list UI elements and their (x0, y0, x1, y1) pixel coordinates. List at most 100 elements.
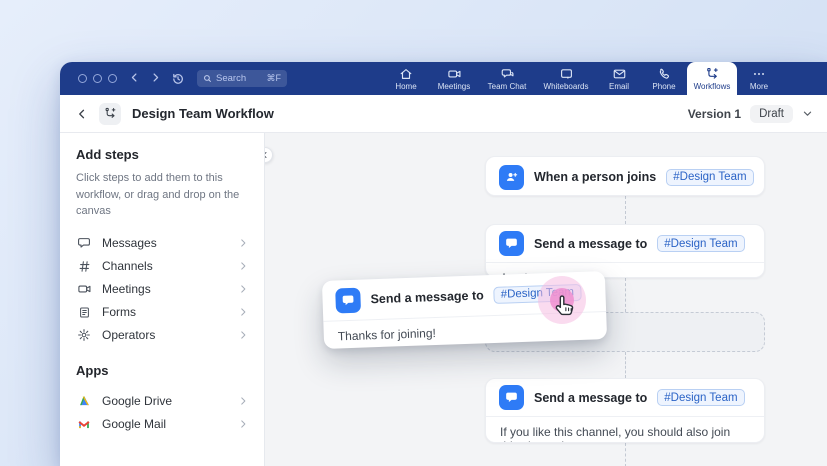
version-label: Version 1 (688, 107, 741, 121)
sidebar-item-meetings[interactable]: Meetings (76, 278, 248, 301)
close-window-button[interactable] (78, 74, 87, 83)
chevron-down-icon[interactable] (802, 108, 813, 119)
sidebar-item-google-drive[interactable]: Google Drive (76, 390, 248, 413)
message-bubble-icon (499, 231, 524, 256)
tab-more[interactable]: More (737, 62, 781, 95)
main-nav-tabs: Home Meetings Team Chat Whiteboards Emai… (383, 62, 781, 95)
hash-icon (76, 260, 92, 273)
workflow-step-message-card[interactable]: Send a message to #Design Team Another m… (485, 224, 765, 278)
sidebar-item-google-mail[interactable]: Google Mail (76, 413, 248, 436)
search-icon (203, 74, 212, 83)
tab-label: Team Chat (488, 83, 527, 91)
workflow-connector (625, 278, 626, 312)
sidebar-item-label: Operators (102, 328, 155, 342)
tab-email[interactable]: Email (597, 62, 641, 95)
workflow-connector (625, 443, 626, 466)
chat-bubbles-icon (500, 67, 515, 81)
step-title: Send a message to (370, 288, 484, 306)
search-input[interactable]: ⌘F (197, 70, 287, 87)
minimize-window-button[interactable] (93, 74, 102, 83)
tab-phone[interactable]: Phone (641, 62, 687, 95)
person-add-icon (499, 165, 524, 190)
chevron-right-icon (238, 238, 248, 248)
search-field[interactable] (216, 73, 263, 84)
sidebar-item-channels[interactable]: Channels (76, 255, 248, 278)
video-camera-icon (447, 67, 462, 81)
workflow-icon (99, 103, 121, 125)
gear-icon (76, 328, 92, 342)
forward-nav-icon[interactable] (150, 72, 161, 85)
sidebar-collapse-button[interactable] (265, 147, 273, 163)
tab-label: Phone (652, 83, 675, 91)
workflow-toolbar: Design Team Workflow Version 1 Draft (60, 95, 827, 133)
hand-cursor-icon (552, 293, 578, 324)
message-bubble-icon (76, 236, 92, 250)
add-steps-sidebar: Add steps Click steps to add them to thi… (60, 133, 265, 466)
sidebar-description: Click steps to add them to this workflow… (76, 170, 248, 220)
apps-list: Google Drive Google Mail (76, 390, 248, 436)
tab-label: Meetings (438, 83, 470, 91)
workflow-icon (705, 67, 720, 81)
history-icon[interactable] (171, 72, 185, 86)
step-body-text: If you like this channel, you should als… (486, 417, 764, 443)
ellipsis-icon (752, 67, 766, 81)
tab-label: More (750, 83, 768, 91)
tab-meetings[interactable]: Meetings (429, 62, 479, 95)
phone-icon (657, 67, 671, 81)
sidebar-item-label: Forms (102, 305, 136, 319)
chevron-right-icon (238, 284, 248, 294)
chevron-right-icon (238, 419, 248, 429)
sidebar-item-label: Google Mail (102, 417, 166, 431)
step-title: Send a message to (534, 391, 647, 405)
steps-list: Messages Channels Meetings Forms (76, 232, 248, 347)
gmail-icon (76, 418, 92, 431)
back-button[interactable] (76, 108, 88, 120)
envelope-icon (612, 67, 627, 81)
status-badge[interactable]: Draft (750, 105, 793, 123)
maximize-window-button[interactable] (108, 74, 117, 83)
workflow-connector (625, 196, 626, 224)
sidebar-item-label: Google Drive (102, 394, 172, 408)
whiteboard-icon (559, 67, 574, 81)
tab-whiteboards[interactable]: Whiteboards (535, 62, 597, 95)
search-shortcut: ⌘F (267, 73, 282, 84)
tab-home[interactable]: Home (383, 62, 429, 95)
sidebar-heading: Add steps (76, 147, 248, 162)
app-window: ⌘F Home Meetings Team Chat Whiteboards E… (60, 62, 827, 466)
message-bubble-icon (335, 287, 361, 313)
workflow-step-trigger-card[interactable]: When a person joins #Design Team (485, 156, 765, 196)
workflow-connector (625, 352, 626, 378)
window-controls (78, 74, 117, 83)
home-icon (399, 67, 413, 81)
chevron-right-icon (238, 396, 248, 406)
form-icon (76, 306, 92, 319)
sidebar-item-label: Messages (102, 236, 157, 250)
tab-label: Workflows (694, 83, 731, 91)
channel-token[interactable]: #Design Team (666, 169, 753, 186)
sidebar-item-label: Channels (102, 259, 153, 273)
step-title: When a person joins (534, 170, 656, 184)
sidebar-item-operators[interactable]: Operators (76, 324, 248, 347)
workflow-step-message-card[interactable]: Send a message to #Design Team If you li… (485, 378, 765, 443)
channel-token[interactable]: #Design Team (657, 235, 744, 252)
channel-token[interactable]: #Design Team (657, 389, 744, 406)
sidebar-item-messages[interactable]: Messages (76, 232, 248, 255)
tab-label: Email (609, 83, 629, 91)
workflow-canvas: When a person joins #Design Team Send a … (265, 133, 827, 466)
chevron-right-icon (238, 261, 248, 271)
tab-team-chat[interactable]: Team Chat (479, 62, 535, 95)
sidebar-item-forms[interactable]: Forms (76, 301, 248, 324)
tab-label: Whiteboards (544, 83, 589, 91)
chevron-right-icon (238, 330, 248, 340)
tab-label: Home (395, 83, 416, 91)
tab-workflows[interactable]: Workflows (687, 62, 737, 95)
chevron-left-icon (265, 151, 269, 159)
step-title: Send a message to (534, 237, 647, 251)
app-header: ⌘F Home Meetings Team Chat Whiteboards E… (60, 62, 827, 95)
chevron-right-icon (238, 307, 248, 317)
back-nav-icon[interactable] (129, 72, 140, 85)
apps-heading: Apps (76, 363, 248, 378)
sidebar-item-label: Meetings (102, 282, 151, 296)
message-bubble-icon (499, 385, 524, 410)
google-drive-icon (76, 395, 92, 408)
